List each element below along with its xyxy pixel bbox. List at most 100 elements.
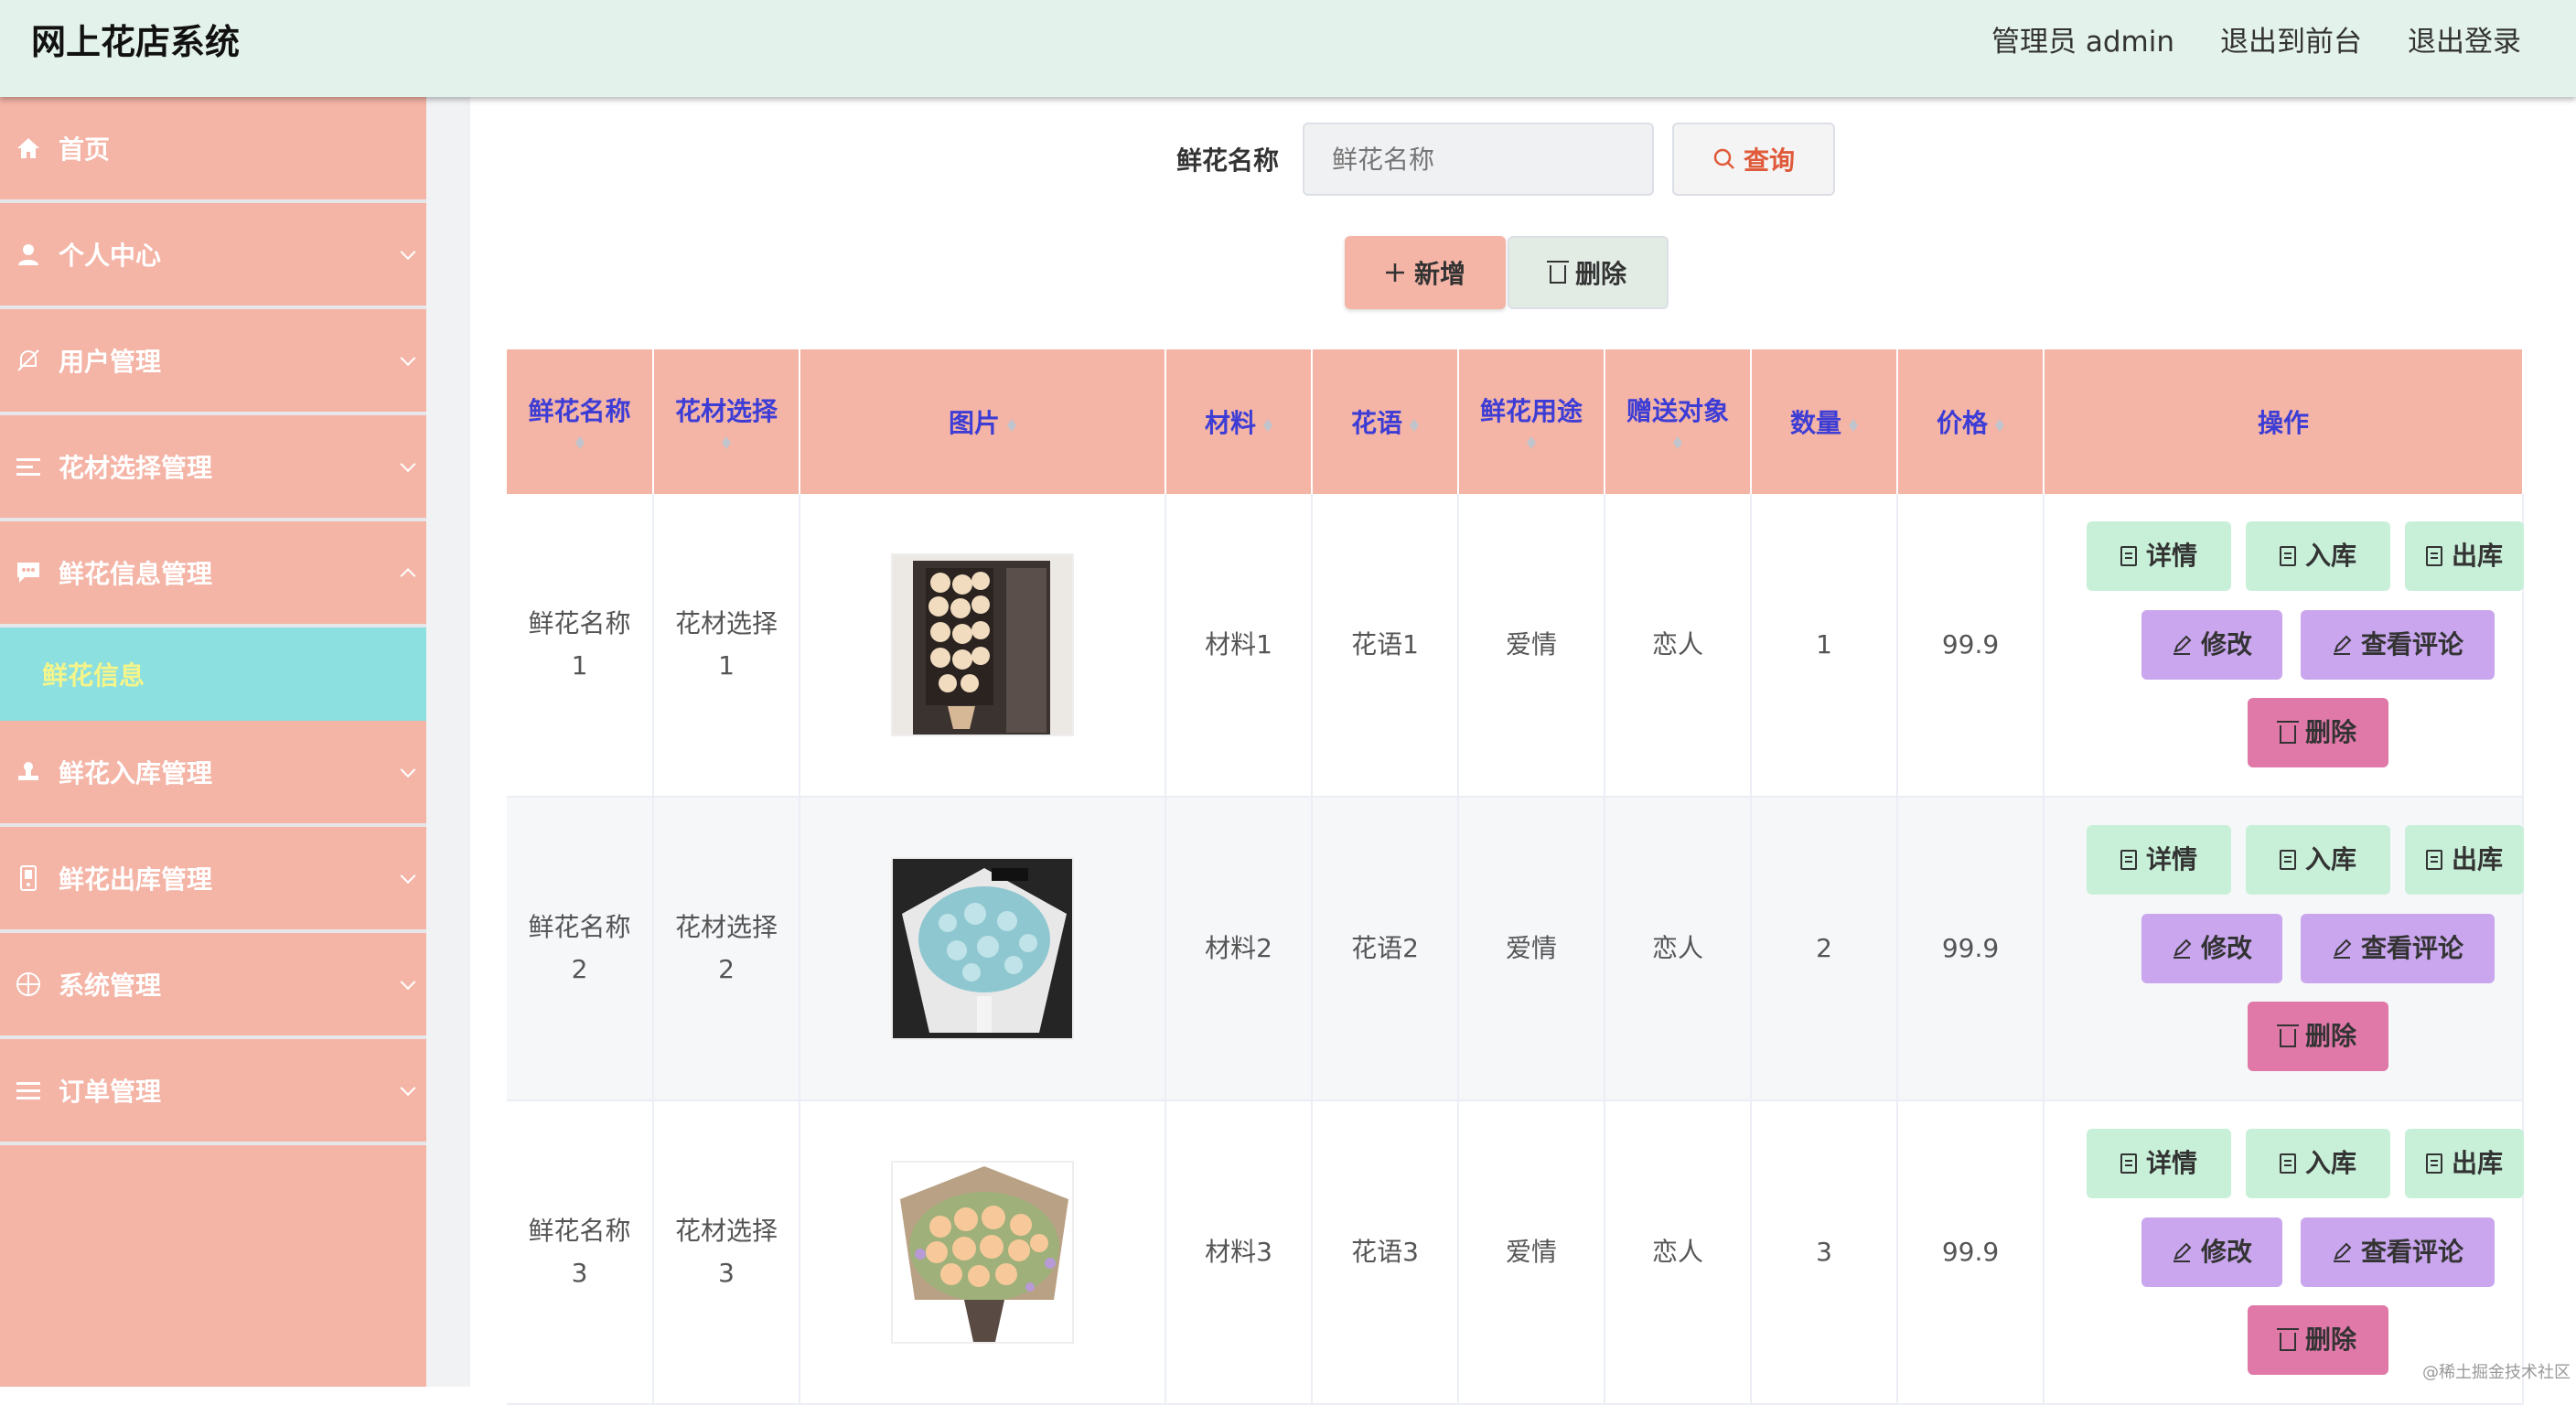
sort-icon[interactable] [722,432,731,452]
stock-in-button[interactable]: 入库 [2246,521,2390,591]
col-header-image[interactable]: 图片 [800,349,1166,494]
col-header-quantity[interactable]: 数量 [1751,349,1898,494]
view-comments-button[interactable]: 查看评论 [2301,914,2495,983]
detail-button[interactable]: 详情 [2087,521,2231,591]
detail-button[interactable]: 详情 [2087,1129,2231,1198]
sort-icon[interactable] [1007,414,1016,434]
col-header-target[interactable]: 赠送对象 [1605,349,1752,494]
cell-actions: 详情 入库 出库 修改 查看评论 删除 [2044,797,2524,1101]
edit-button[interactable]: 修改 [2141,914,2282,983]
chevron-down-icon [400,974,416,991]
add-button-label: 新增 [1413,259,1465,289]
sidebar-item-stock-in-management[interactable]: 鲜花入库管理 [0,721,426,827]
flower-image[interactable] [891,1161,1074,1344]
document-icon [2120,546,2137,566]
cell-name: 鲜花名称 2 [507,797,654,1101]
trash-icon [1546,261,1569,284]
sidebar-item-label: 系统管理 [59,971,162,1001]
stock-in-button[interactable]: 入库 [2246,1129,2390,1198]
phone-icon [15,864,42,892]
chevron-down-icon [400,350,416,367]
sort-icon[interactable] [1410,414,1419,434]
sidebar-item-stock-out-management[interactable]: 鲜花出库管理 [0,827,426,933]
stock-out-button[interactable]: 出库 [2405,1129,2524,1198]
sidebar-item-user-management[interactable]: 用户管理 [0,309,426,415]
sort-icon[interactable] [1263,414,1272,434]
query-button-label: 查询 [1743,145,1795,176]
cell-price: 99.9 [1897,1100,2045,1405]
view-comments-button[interactable]: 查看评论 [2301,1217,2495,1287]
cell-material-choice: 花材选择 1 [653,494,800,798]
pencil-icon [2173,635,2192,655]
search-icon [1713,148,1734,169]
table-row: 鲜花名称 3 花材选择 3 材料3 花语3 爱情 恋人 3 99.9 详情 入库… [507,1100,2524,1405]
chevron-down-icon [400,1080,416,1097]
app-title: 网上花店系统 [31,22,241,62]
document-icon [2120,850,2137,870]
cell-quantity: 1 [1751,494,1898,798]
flower-name-search-input[interactable] [1303,123,1654,196]
watermark: @稀土掘金技术社区 [2422,1363,2571,1382]
sort-icon[interactable] [1995,414,2004,434]
sidebar-item-home[interactable]: 首页 [0,97,426,203]
col-header-material-choice[interactable]: 花材选择 [653,349,800,494]
row-delete-button[interactable]: 删除 [2248,1002,2388,1071]
sidebar-item-label: 鲜花入库管理 [59,758,213,788]
document-icon [2120,1153,2137,1174]
sidebar-item-material-management[interactable]: 花材选择管理 [0,415,426,521]
add-button[interactable]: 新增 [1345,236,1506,309]
row-delete-button[interactable]: 删除 [2248,698,2388,767]
cell-name: 鲜花名称 3 [507,1100,654,1405]
col-header-name[interactable]: 鲜花名称 [507,349,654,494]
sidebar: 首页 个人中心 用户管理 花材选择管理 鲜花信息管理 鲜花信息 鲜花入库管理 鲜… [0,97,426,1387]
sidebar-item-system-management[interactable]: 系统管理 [0,933,426,1039]
sidebar-item-label: 鲜花出库管理 [59,864,213,895]
edit-button[interactable]: 修改 [2141,1217,2282,1287]
sidebar-subitem-flower-info[interactable]: 鲜花信息 [0,627,426,721]
document-icon [2279,546,2296,566]
sort-icon[interactable] [1849,414,1858,434]
sidebar-item-label: 鲜花信息管理 [59,559,213,589]
stamp-icon [15,758,42,786]
cell-flower-language: 花语1 [1312,494,1459,798]
cell-image [800,797,1166,1101]
cell-image [800,1100,1166,1405]
batch-delete-button[interactable]: 删除 [1508,236,1669,309]
list-icon [15,453,42,480]
sort-icon[interactable] [574,432,585,452]
col-header-price[interactable]: 价格 [1897,349,2045,494]
flower-image[interactable] [891,857,1074,1040]
exit-to-front-link[interactable]: 退出到前台 [2220,22,2362,62]
stock-in-button[interactable]: 入库 [2246,825,2390,895]
view-comments-button[interactable]: 查看评论 [2301,610,2495,680]
table-row: 鲜花名称 1 花材选择 1 材料1 花语1 爱情 恋人 1 99.9 详情 入库… [507,494,2524,798]
edit-button[interactable]: 修改 [2141,610,2282,680]
detail-button[interactable]: 详情 [2087,825,2231,895]
cell-image [800,494,1166,798]
col-header-material[interactable]: 材料 [1165,349,1313,494]
sidebar-item-personal-center[interactable]: 个人中心 [0,203,426,309]
col-header-use[interactable]: 鲜花用途 [1458,349,1605,494]
cell-price: 99.9 [1897,494,2045,798]
sort-icon[interactable] [1673,432,1682,452]
query-button[interactable]: 查询 [1672,123,1835,196]
sidebar-item-label: 订单管理 [59,1077,162,1107]
search-bar: 鲜花名称 查询 [470,123,2576,196]
stock-out-button[interactable]: 出库 [2405,521,2524,591]
document-icon [2425,546,2442,566]
cell-target: 恋人 [1605,1100,1752,1405]
sidebar-item-flower-info-management[interactable]: 鲜花信息管理 [0,521,426,627]
flower-image[interactable] [891,553,1074,736]
logout-link[interactable]: 退出登录 [2408,22,2521,62]
stock-out-button[interactable]: 出库 [2405,825,2524,895]
document-icon [2425,1153,2442,1174]
menu-icon [15,1077,42,1104]
chevron-down-icon [400,762,416,778]
pencil-icon [2173,1242,2192,1262]
sidebar-item-label: 个人中心 [59,241,162,271]
pencil-icon [2173,938,2192,959]
row-delete-button[interactable]: 删除 [2248,1305,2388,1375]
sidebar-item-order-management[interactable]: 订单管理 [0,1039,426,1145]
sort-icon[interactable] [1527,432,1536,452]
col-header-flower-language[interactable]: 花语 [1312,349,1459,494]
